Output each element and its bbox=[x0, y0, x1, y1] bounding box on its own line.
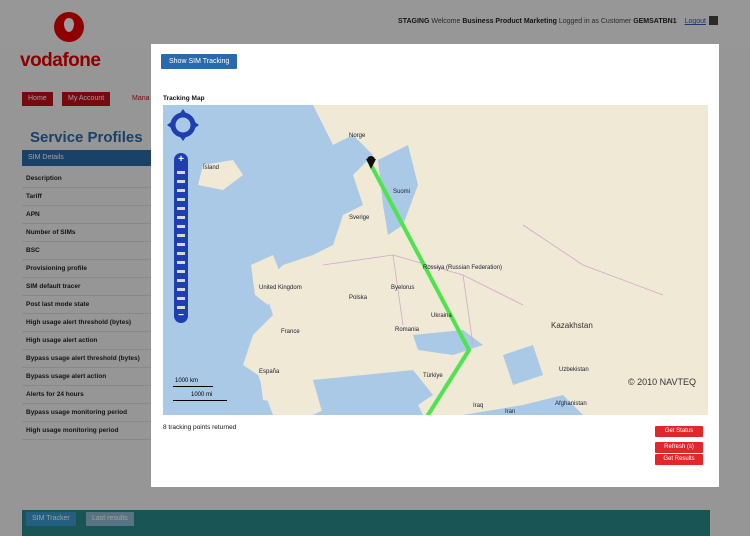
map-place-label: España bbox=[259, 369, 280, 375]
map-place-label: Türkiye bbox=[423, 373, 443, 379]
map-place-label: Iran bbox=[505, 409, 516, 415]
scale-km: 1000 km bbox=[175, 378, 199, 384]
map-land-layer bbox=[198, 105, 708, 415]
zoom-out-icon[interactable]: − bbox=[174, 309, 188, 323]
map-place-label: United Kingdom bbox=[259, 285, 302, 291]
zoom-level-tick[interactable] bbox=[177, 243, 185, 246]
get-results-button[interactable]: Get Results bbox=[655, 454, 703, 465]
zoom-level-tick[interactable] bbox=[177, 171, 185, 174]
map-place-label: Rossiya (Russian Federation) bbox=[423, 265, 503, 271]
map-place-label: Byelorus bbox=[391, 285, 415, 291]
get-status-button[interactable]: Get Status bbox=[655, 426, 703, 437]
scale-mi: 1000 mi bbox=[191, 392, 213, 398]
map-place-label: Polska bbox=[349, 295, 368, 301]
map-place-label: Afghanistan bbox=[555, 401, 587, 407]
zoom-slider[interactable]: + − bbox=[174, 153, 188, 323]
zoom-level-tick[interactable] bbox=[177, 189, 185, 192]
zoom-level-tick[interactable] bbox=[177, 279, 185, 282]
zoom-level-tick[interactable] bbox=[177, 198, 185, 201]
tracking-status: 8 tracking points returned bbox=[163, 424, 237, 431]
map-copyright: © 2010 NAVTEQ bbox=[628, 377, 696, 387]
zoom-level-tick[interactable] bbox=[177, 180, 185, 183]
zoom-in-icon[interactable]: + bbox=[174, 153, 188, 167]
zoom-level-tick[interactable] bbox=[177, 234, 185, 237]
zoom-level-tick[interactable] bbox=[177, 225, 185, 228]
map-place-label: Sverige bbox=[349, 215, 370, 221]
tracking-modal: Show SIM Tracking Tracking Map Norge Ísla… bbox=[151, 44, 719, 487]
zoom-level-tick[interactable] bbox=[177, 288, 185, 291]
map-place-label: Kazakhstan bbox=[551, 321, 593, 330]
pan-control-icon[interactable] bbox=[167, 109, 199, 141]
scale-bar: 1000 km 1000 mi bbox=[171, 376, 231, 406]
zoom-level-tick[interactable] bbox=[177, 252, 185, 255]
map-place-label: France bbox=[281, 329, 300, 335]
map-place-label: Ísland bbox=[203, 165, 220, 171]
show-sim-tracking-button[interactable]: Show SIM Tracking bbox=[161, 54, 238, 69]
map-label: Tracking Map bbox=[163, 95, 205, 102]
map-place-label: Romania bbox=[395, 327, 420, 333]
map-place-label: Norge bbox=[349, 133, 366, 139]
map-place-label: Ukraina bbox=[431, 313, 452, 319]
zoom-level-tick[interactable] bbox=[177, 297, 185, 300]
tracking-map[interactable]: Norge Ísland Sverige Suomi United Kingdom Pol… bbox=[163, 105, 708, 415]
refresh-button[interactable]: Refresh (s) bbox=[655, 442, 703, 453]
map-place-label: Uzbekistan bbox=[559, 367, 589, 373]
zoom-level-tick[interactable] bbox=[177, 270, 185, 273]
map-place-label: Iraq bbox=[473, 403, 484, 409]
map-place-label: Suomi bbox=[393, 189, 411, 195]
zoom-level-tick[interactable] bbox=[177, 216, 185, 219]
zoom-level-tick[interactable] bbox=[177, 207, 185, 210]
zoom-level-tick[interactable] bbox=[177, 261, 185, 264]
